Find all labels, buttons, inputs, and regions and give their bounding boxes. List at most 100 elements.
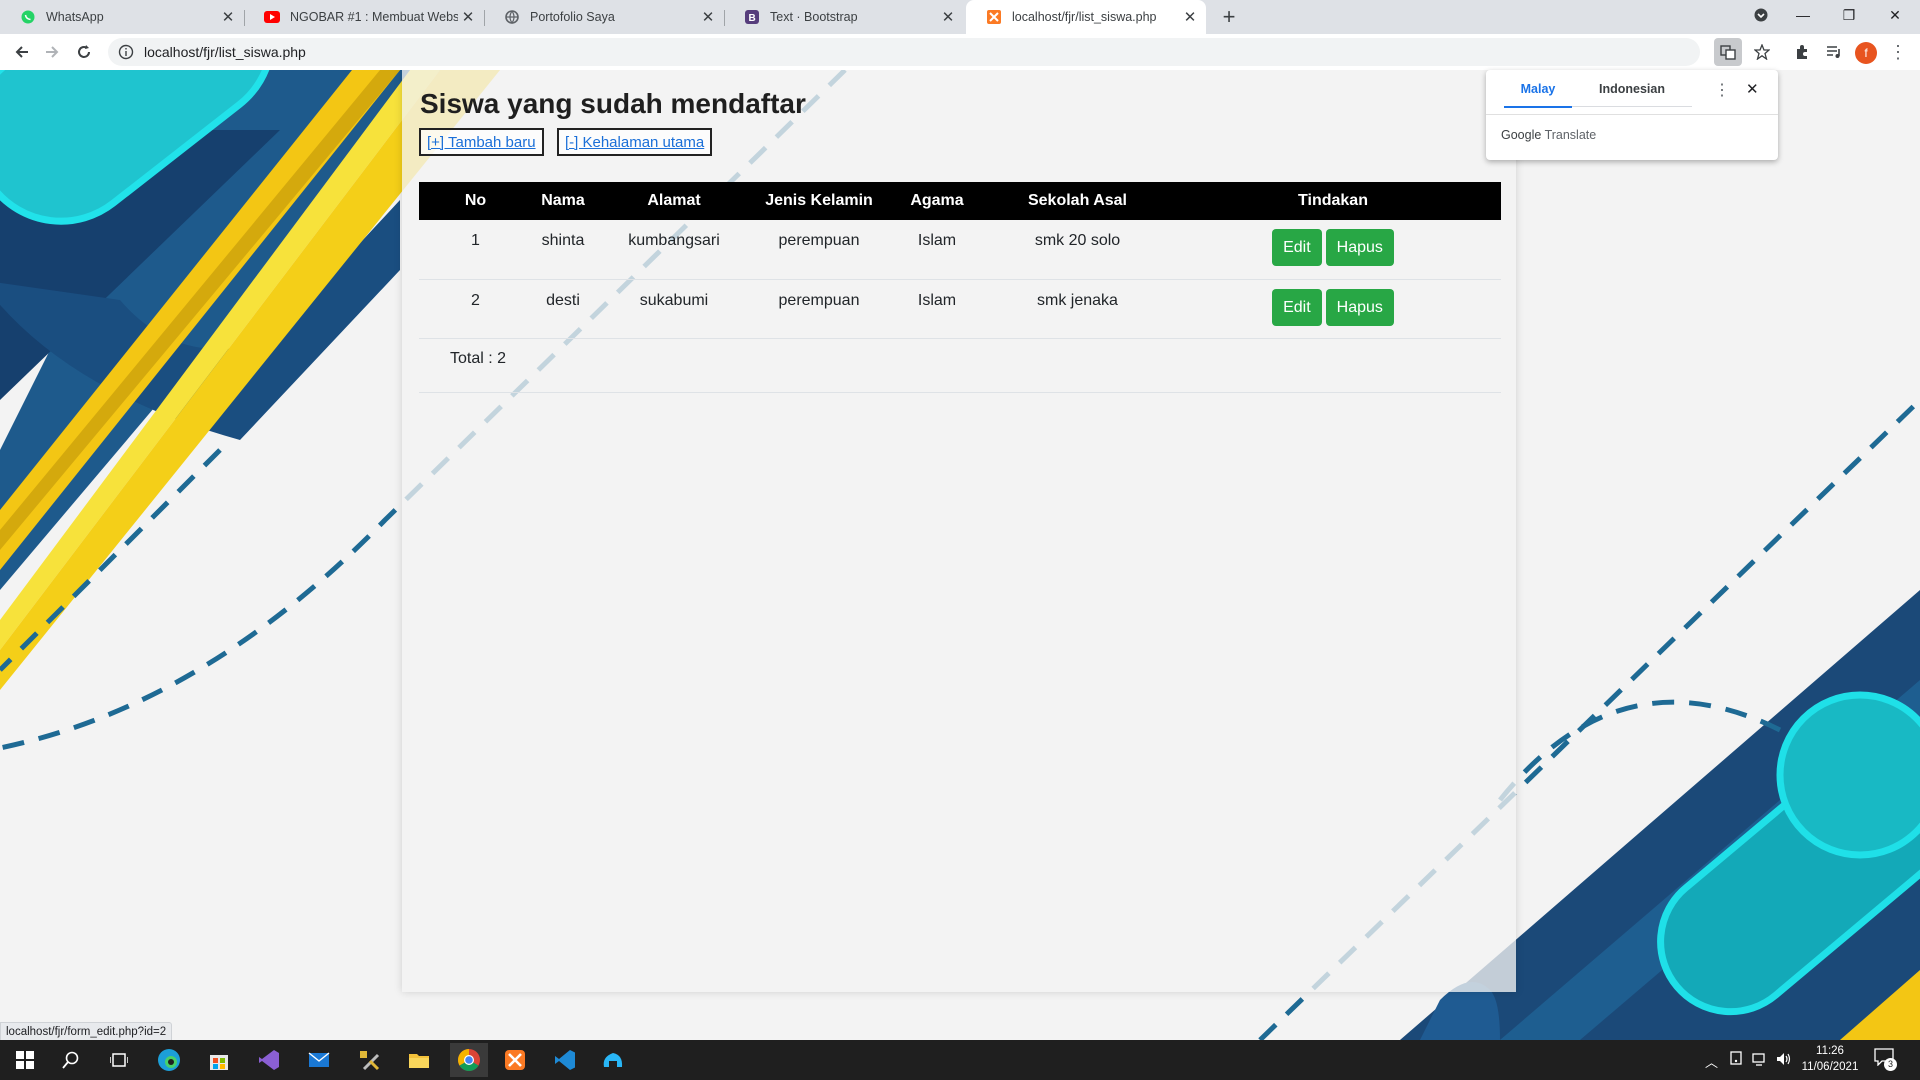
cell-alamat: sukabumi: [594, 279, 754, 339]
visual-studio-icon[interactable]: [254, 1046, 284, 1074]
google-translate-logo: Google Translate: [1501, 128, 1596, 142]
close-icon[interactable]: ✕: [1180, 8, 1200, 26]
cell-agama: Islam: [884, 220, 990, 280]
cell-tindakan: Edit Hapus: [1165, 220, 1501, 280]
cell-tindakan: Edit Hapus: [1165, 279, 1501, 339]
tab-strip: WhatsApp ✕ NGOBAR #1 : Membuat Website ✕…: [0, 0, 1920, 34]
column-header-jenis-kelamin: Jenis Kelamin: [754, 182, 884, 220]
cell-sekolah-asal: smk jenaka: [990, 279, 1165, 339]
link-status-bubble: localhost/fjr/form_edit.php?id=2: [0, 1022, 173, 1042]
page-title: Siswa yang sudah mendaftar: [420, 88, 806, 119]
info-icon[interactable]: [118, 44, 134, 60]
xampp-icon: [986, 9, 1002, 25]
profile-avatar[interactable]: f: [1855, 42, 1877, 64]
restore-button[interactable]: ❐: [1826, 0, 1872, 30]
main-content-panel: Siswa yang sudah mendaftar [+] Tambah ba…: [402, 70, 1516, 992]
search-icon[interactable]: [56, 1046, 86, 1074]
translate-icon[interactable]: [1714, 38, 1742, 66]
tab-list-siswa[interactable]: localhost/fjr/list_siswa.php ✕: [966, 0, 1206, 34]
notification-badge: 3: [1884, 1058, 1897, 1071]
clock-time: 11:26: [1816, 1045, 1844, 1057]
minimize-button[interactable]: —: [1780, 0, 1826, 30]
cell-nama: shinta: [532, 220, 594, 280]
tools-icon[interactable]: [354, 1046, 384, 1074]
browser-menu-icon[interactable]: ⋮: [1884, 38, 1912, 66]
tab-target-language[interactable]: Indonesian: [1572, 82, 1692, 107]
address-bar[interactable]: localhost/fjr/list_siswa.php: [108, 38, 1700, 66]
chrome-taskbar-icon[interactable]: [450, 1043, 488, 1077]
column-header-nama: Nama: [532, 182, 594, 220]
close-icon[interactable]: ✕: [218, 8, 238, 26]
browser-toolbar: localhost/fjr/list_siswa.php ⋮: [0, 34, 1920, 71]
column-header-sekolah-asal: Sekolah Asal: [990, 182, 1165, 220]
add-new-link[interactable]: [+] Tambah baru: [419, 128, 544, 156]
delete-button[interactable]: Hapus: [1325, 288, 1394, 326]
close-icon[interactable]: ✕: [698, 8, 718, 26]
column-header-no: No: [419, 182, 532, 220]
new-tab-button[interactable]: +: [1216, 4, 1242, 30]
close-icon[interactable]: ✕: [938, 8, 958, 26]
cell-alamat: kumbangsari: [594, 220, 754, 280]
delete-button[interactable]: Hapus: [1325, 229, 1394, 266]
close-icon[interactable]: ✕: [458, 8, 478, 26]
cell-sekolah-asal: smk 20 solo: [990, 220, 1165, 280]
edge-browser-icon[interactable]: [154, 1046, 184, 1074]
forward-button[interactable]: [38, 38, 66, 66]
show-hidden-icons-icon[interactable]: ︿: [1705, 1052, 1718, 1071]
file-explorer-icon[interactable]: [404, 1046, 434, 1074]
volume-icon[interactable]: [1776, 1051, 1792, 1072]
edit-button[interactable]: Edit: [1272, 288, 1322, 326]
system-clock[interactable]: 11:26 11/06/2021: [1800, 1043, 1860, 1075]
reload-button[interactable]: [70, 38, 98, 66]
back-button[interactable]: [8, 38, 36, 66]
youtube-icon: [264, 9, 280, 25]
cell-jenis-kelamin: perempuan: [754, 220, 884, 280]
tab-bootstrap[interactable]: B Text · Bootstrap ✕: [724, 0, 964, 34]
cell-no: 2: [419, 279, 532, 339]
network-icon[interactable]: [1752, 1051, 1768, 1072]
notification-center-icon[interactable]: 3: [1874, 1048, 1898, 1072]
column-header-tindakan: Tindakan: [1165, 182, 1501, 220]
tab-title: WhatsApp: [46, 10, 104, 24]
url-text: localhost/fjr/list_siswa.php: [144, 44, 306, 60]
cloud-app-icon[interactable]: [598, 1046, 628, 1074]
column-header-alamat: Alamat: [594, 182, 754, 220]
task-view-icon[interactable]: [104, 1046, 134, 1074]
translate-popup: Malay Indonesian ⋮ ✕ Google Translate: [1486, 70, 1778, 160]
media-queue-icon[interactable]: [1820, 38, 1848, 66]
close-icon[interactable]: ✕: [1746, 80, 1759, 98]
students-table: No Nama Alamat Jenis Kelamin Agama Sekol…: [419, 182, 1501, 339]
clock-date: 11/06/2021: [1801, 1061, 1859, 1073]
xampp-taskbar-icon[interactable]: [500, 1046, 530, 1074]
device-icon[interactable]: [1728, 1051, 1744, 1072]
tab-title: localhost/fjr/list_siswa.php: [1012, 10, 1157, 24]
tab-title: NGOBAR #1 : Membuat Website: [290, 10, 458, 24]
tab-whatsapp[interactable]: WhatsApp ✕: [0, 0, 244, 34]
cell-no: 1: [419, 220, 532, 280]
mail-icon[interactable]: [304, 1046, 334, 1074]
divider: [419, 392, 1501, 393]
cell-jenis-kelamin: perempuan: [754, 279, 884, 339]
tab-title: Text · Bootstrap: [770, 10, 858, 24]
cell-agama: Islam: [884, 279, 990, 339]
table-row: 1 shinta kumbangsari perempuan Islam smk…: [419, 220, 1501, 280]
whatsapp-icon: [20, 9, 36, 25]
svg-text:B: B: [749, 13, 756, 24]
home-page-link[interactable]: [-] Kehalaman utama: [557, 128, 713, 156]
edit-button[interactable]: Edit: [1272, 229, 1322, 266]
tab-search-button[interactable]: [1738, 0, 1784, 30]
divider: [1486, 114, 1778, 115]
bootstrap-icon: B: [744, 9, 760, 25]
vscode-icon[interactable]: [550, 1046, 580, 1074]
store-icon[interactable]: [204, 1046, 234, 1074]
bookmark-star-icon[interactable]: [1748, 38, 1776, 66]
windows-start-icon[interactable]: [10, 1046, 40, 1074]
tab-portofolio[interactable]: Portofolio Saya ✕: [484, 0, 724, 34]
google-brand: Google: [1501, 128, 1542, 142]
tab-ngobar[interactable]: NGOBAR #1 : Membuat Website ✕: [244, 0, 484, 34]
tab-source-language[interactable]: Malay: [1504, 82, 1572, 108]
window-close-button[interactable]: ✕: [1872, 0, 1918, 30]
more-options-icon[interactable]: ⋮: [1714, 80, 1730, 100]
extensions-puzzle-icon[interactable]: [1788, 38, 1816, 66]
column-header-agama: Agama: [884, 182, 990, 220]
